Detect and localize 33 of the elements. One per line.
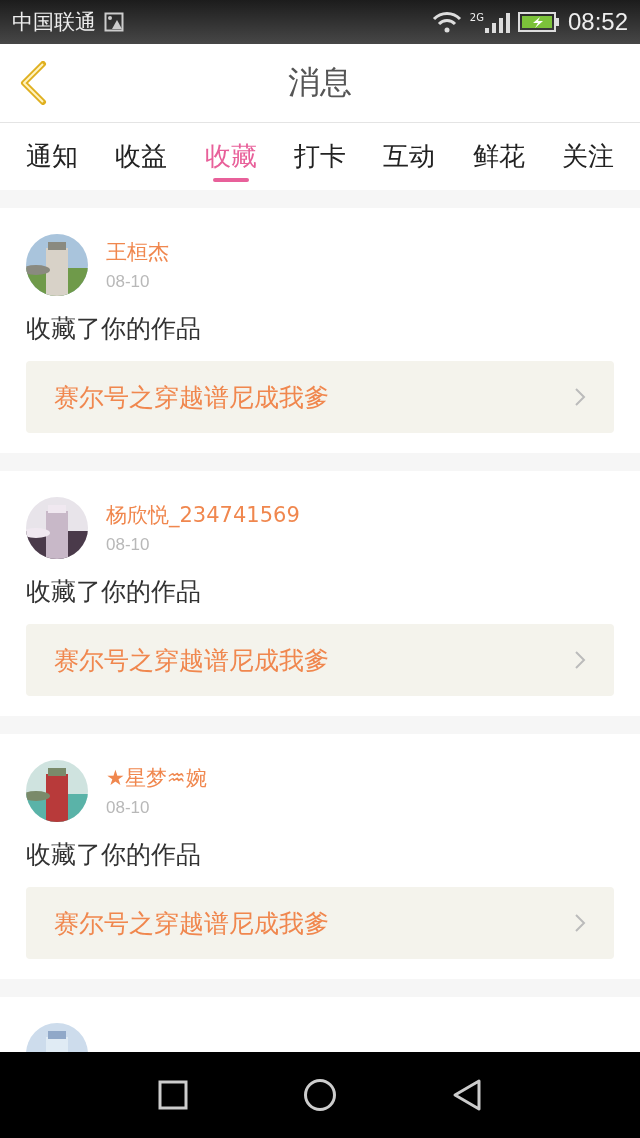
clock: 08:52 <box>567 8 628 36</box>
action-text: 收藏了你的作品 <box>26 576 202 608</box>
network-type: 2G <box>469 12 484 23</box>
date: 08-10 <box>106 272 151 292</box>
signal-icon <box>483 11 510 33</box>
date: 08-10 <box>106 798 151 818</box>
work-link[interactable]: 赛尔号之穿越谱尼成我爹 <box>26 361 614 433</box>
tab[interactable]: 通知 <box>14 123 90 190</box>
work-link[interactable]: 赛尔号之穿越谱尼成我爹 <box>26 624 614 696</box>
tab[interactable]: 收藏 <box>192 123 269 190</box>
back-triangle-icon[interactable] <box>452 1078 483 1112</box>
action-text: 收藏了你的作品 <box>26 839 202 871</box>
tab[interactable]: 互动 <box>371 123 448 190</box>
chevron-right-icon <box>574 387 586 407</box>
user-name[interactable]: ★星梦♒婉 <box>106 764 207 792</box>
tab[interactable]: 鲜花 <box>460 123 537 190</box>
wifi-icon <box>431 11 462 33</box>
user-name[interactable]: 王桓杰 <box>106 238 169 266</box>
recent-apps-icon[interactable] <box>157 1080 188 1110</box>
home-icon[interactable] <box>303 1078 337 1112</box>
tab[interactable]: 打卡 <box>282 123 358 190</box>
work-link[interactable]: 赛尔号之穿越谱尼成我爹 <box>26 887 614 959</box>
tab[interactable]: 关注 <box>549 123 626 190</box>
battery-icon <box>517 11 560 33</box>
chevron-right-icon <box>574 913 586 933</box>
chevron-right-icon <box>574 650 586 670</box>
user-name[interactable]: 杨欣悦_234741569 <box>106 501 300 529</box>
date: 08-10 <box>106 535 151 555</box>
image-warning-icon <box>104 12 124 32</box>
page-title: 消息 <box>288 62 352 103</box>
carrier-name: 中国联通 <box>12 9 96 36</box>
action-text: 收藏了你的作品 <box>26 313 202 345</box>
tab[interactable]: 收益 <box>103 123 180 190</box>
